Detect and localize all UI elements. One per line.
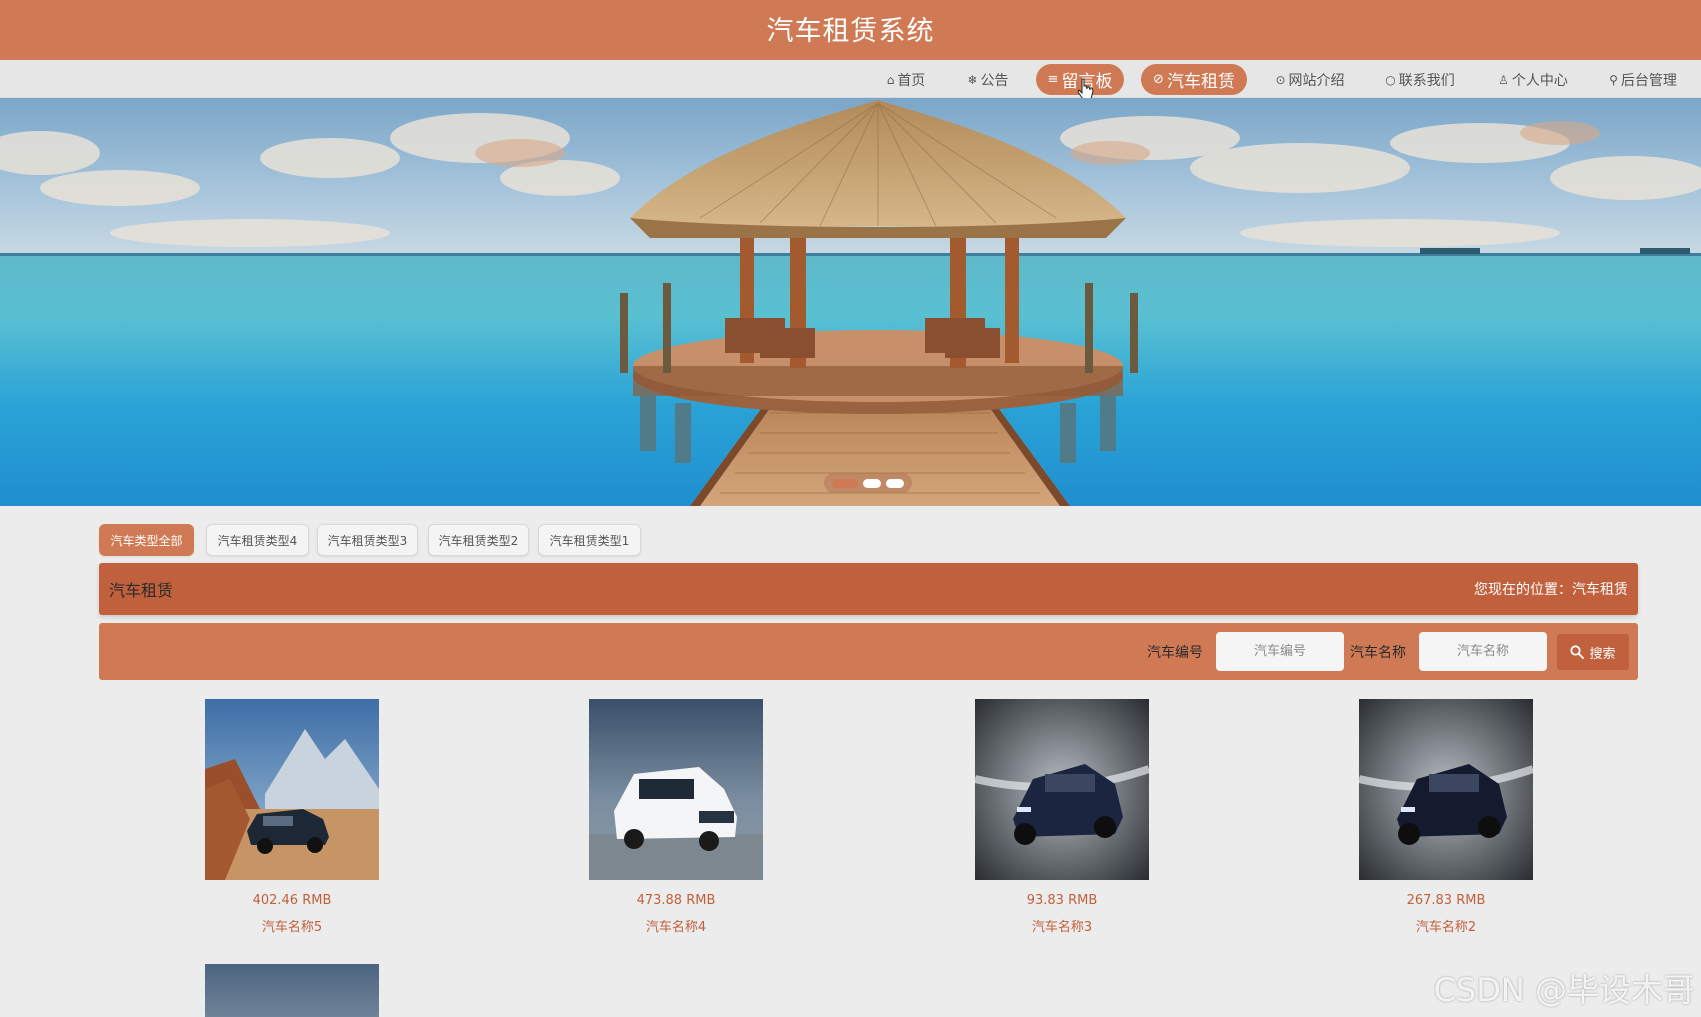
nav-car-rental[interactable]: ⊘ 汽车租赁 (1141, 64, 1247, 95)
nav-label: 公告 (980, 72, 1009, 89)
link-icon: ⚲ (1609, 72, 1618, 87)
filter-type-2[interactable]: 汽车租赁类型2 (428, 524, 529, 556)
car-image[interactable] (975, 699, 1149, 880)
home-icon: ⌂ (886, 72, 895, 87)
product-price: 473.88 RMB (636, 893, 716, 908)
nav-contact[interactable]: ○ 联系我们 (1382, 64, 1458, 95)
main-nav: ⌂ 首页 ❄ 公告 ≡ 留言板 ⊘ 汽车租赁 ⊙ 网站介绍 ○ 联系我们 ♙ 个… (0, 60, 1701, 98)
product-card[interactable]: 402.46 RMB 汽车名称5 (205, 699, 379, 935)
circle-icon: ○ (1385, 72, 1396, 87)
nav-label: 个人中心 (1511, 72, 1568, 89)
product-price: 402.46 RMB (252, 893, 332, 908)
car-no-label: 汽车编号 (1147, 645, 1203, 661)
watermark: CSDN @毕设木哥 (1433, 971, 1695, 1009)
nav-home[interactable]: ⌂ 首页 (878, 64, 934, 95)
nav-site-intro[interactable]: ⊙ 网站介绍 (1272, 64, 1348, 95)
breadcrumb: 您现在的位置：汽车租赁 (1474, 582, 1628, 598)
product-card[interactable]: 473.88 RMB 汽车名称4 (589, 699, 763, 935)
nav-label: 联系我们 (1398, 72, 1455, 89)
car-no-input[interactable] (1216, 632, 1344, 671)
nav-label: 首页 (897, 72, 926, 89)
hero-carousel[interactable] (0, 98, 1701, 506)
carousel-indicators (824, 473, 912, 493)
list-icon: ≡ (1047, 72, 1059, 87)
banner-image (0, 98, 1701, 506)
nav-admin[interactable]: ⚲ 后台管理 (1603, 64, 1683, 95)
nav-label: 网站介绍 (1288, 72, 1345, 89)
search-icon (1570, 645, 1585, 659)
nav-notice[interactable]: ❄ 公告 (962, 64, 1014, 95)
filter-type-3[interactable]: 汽车租赁类型3 (317, 524, 418, 556)
product-name: 汽车名称3 (1031, 920, 1093, 935)
section-title: 汽车租赁 (109, 581, 174, 600)
carousel-dot[interactable] (863, 478, 881, 488)
product-name: 汽车名称4 (645, 920, 707, 935)
product-card[interactable]: 93.83 RMB 汽车名称3 (975, 699, 1149, 935)
user-icon: ♙ (1498, 72, 1509, 87)
filter-all[interactable]: 汽车类型全部 (99, 524, 194, 556)
nav-label: 汽车租赁 (1166, 72, 1235, 92)
car-name-input[interactable] (1419, 632, 1547, 671)
section-header: 汽车租赁 您现在的位置：汽车租赁 (99, 563, 1638, 615)
info-icon: ⊙ (1275, 72, 1286, 87)
carousel-dot[interactable] (886, 478, 904, 488)
site-header: 汽车租赁系统 (0, 0, 1701, 60)
search-button-label: 搜索 (1589, 646, 1616, 662)
product-name: 汽车名称5 (261, 920, 323, 935)
car-name-label: 汽车名称 (1350, 645, 1406, 661)
product-card-partial[interactable] (205, 964, 379, 1017)
car-image[interactable] (589, 699, 763, 880)
car-image[interactable] (205, 964, 379, 1017)
compass-icon: ⊘ (1153, 72, 1164, 87)
filter-type-1[interactable]: 汽车租赁类型1 (538, 524, 641, 556)
product-price: 93.83 RMB (1026, 893, 1098, 908)
search-bar: 汽车编号 汽车名称 搜索 (99, 623, 1638, 680)
product-card[interactable]: 267.83 RMB 汽车名称2 (1359, 699, 1533, 935)
site-title: 汽车租赁系统 (766, 15, 935, 47)
car-image[interactable] (205, 699, 379, 880)
car-image[interactable] (1359, 699, 1533, 880)
carousel-dot[interactable] (832, 478, 858, 488)
product-price: 267.83 RMB (1406, 893, 1486, 908)
nav-user-center[interactable]: ♙ 个人中心 (1494, 64, 1572, 95)
product-name: 汽车名称2 (1415, 920, 1477, 935)
nav-label: 后台管理 (1620, 72, 1677, 89)
search-button[interactable]: 搜索 (1557, 634, 1629, 670)
filter-type-4[interactable]: 汽车租赁类型4 (206, 524, 309, 556)
snowflake-icon: ❄ (967, 72, 978, 87)
